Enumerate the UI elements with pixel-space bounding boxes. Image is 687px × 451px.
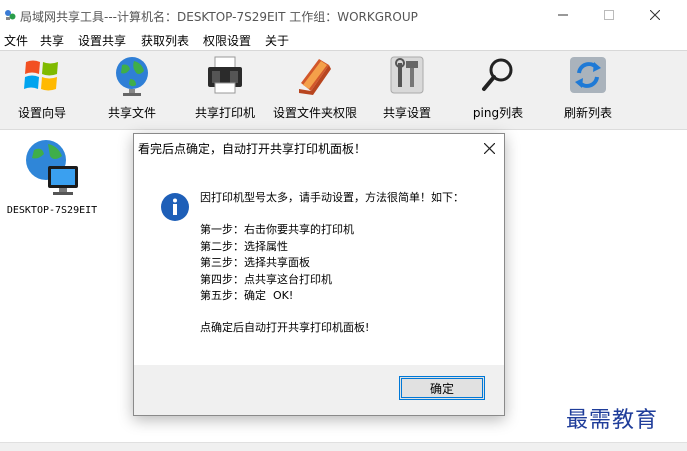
folder-icon	[299, 59, 331, 95]
dialog-message: 因打印机型号太多，请手动设置，方法很简单！如下： 第一步：右击你要共享的打印机 …	[200, 190, 464, 337]
dialog-step: 第一步：右击你要共享的打印机	[200, 223, 354, 237]
dialog-footer: 确定	[134, 365, 504, 415]
refresh-icon	[570, 57, 606, 93]
menu-share[interactable]: 共享	[40, 32, 64, 49]
share-printer-button[interactable]: 共享打印机	[190, 53, 260, 125]
close-icon	[483, 142, 495, 154]
dialog-footer-note: 点确定后自动打开共享打印机面板!	[200, 321, 370, 335]
toolbar-label: 设置文件夹权限	[272, 106, 357, 120]
close-icon	[650, 10, 660, 20]
dialog-body: 因打印机型号太多，请手动设置，方法很简单！如下： 第一步：右击你要共享的打印机 …	[134, 162, 504, 365]
message-dialog: 看完后点确定，自动打开共享打印机面板！ 因打印机型号太多，请手动设置，方法很简单…	[133, 133, 505, 416]
networked-computer-icon	[26, 140, 78, 195]
wizard-button[interactable]: 设置向导	[10, 53, 74, 125]
dialog-close-button[interactable]	[474, 134, 504, 162]
printer-icon	[208, 56, 242, 94]
window-title: 局域网共享工具---计算机名：DESKTOP-7S29EIT 工作组：WORKG…	[20, 10, 418, 24]
toolbar-label: 共享文件	[107, 106, 156, 120]
minimize-icon	[558, 14, 568, 16]
toolbar-label: 共享设置	[382, 106, 431, 120]
ping-list-button[interactable]: ping列表	[466, 53, 530, 125]
dialog-title: 看完后点确定，自动打开共享打印机面板！	[138, 142, 367, 156]
watermark: 最需教育	[566, 408, 659, 433]
toolbar-label: 共享打印机	[194, 106, 255, 120]
dialog-step: 第二步：选择属性	[200, 239, 288, 253]
dialog-step: 第三步：选择共享面板	[200, 256, 310, 270]
toolbar-label: 刷新列表	[563, 106, 612, 120]
minimize-button[interactable]	[540, 0, 586, 30]
refresh-list-button[interactable]: 刷新列表	[556, 53, 620, 125]
computer-name: DESKTOP-7S29EIT	[6, 205, 98, 216]
app-icon	[5, 10, 16, 20]
dialog-intro: 因打印机型号太多，请手动设置，方法很简单！如下：	[200, 191, 464, 204]
dialog-step: 第四步：点共享这台打印机	[200, 272, 332, 286]
menu-get-list[interactable]: 获取列表	[141, 32, 189, 49]
info-icon	[161, 193, 189, 221]
toolbar-label: 设置向导	[17, 106, 66, 120]
share-file-button[interactable]: 共享文件	[100, 53, 164, 125]
menu-bar: 文件 共享 设置共享 获取列表 权限设置 关于	[0, 30, 687, 51]
ok-button[interactable]: 确定	[399, 376, 485, 400]
menu-about[interactable]: 关于	[265, 32, 289, 49]
dialog-step: 第五步：确定 OK!	[200, 289, 294, 303]
title-bar: 局域网共享工具---计算机名：DESKTOP-7S29EIT 工作组：WORKG…	[0, 0, 687, 30]
toolbar: 设置向导 共享文件 共享打印机 设置文件夹权限 共享设置 ping列表 刷新列表	[0, 51, 687, 130]
globe-icon	[116, 57, 148, 96]
folder-permission-button[interactable]: 设置文件夹权限	[272, 53, 358, 125]
computer-item[interactable]: DESKTOP-7S29EIT	[4, 136, 100, 216]
windows-logo-icon	[24, 60, 58, 91]
menu-file[interactable]: 文件	[4, 32, 28, 49]
tools-icon	[390, 56, 424, 94]
maximize-button[interactable]	[586, 0, 632, 30]
dialog-title-bar: 看完后点确定，自动打开共享打印机面板！	[134, 134, 504, 162]
menu-set-share[interactable]: 设置共享	[78, 32, 126, 49]
share-settings-button[interactable]: 共享设置	[375, 53, 439, 125]
close-button[interactable]	[632, 0, 678, 30]
toolbar-label: ping列表	[472, 106, 524, 120]
maximize-icon	[604, 10, 614, 20]
magnifier-icon	[482, 58, 513, 91]
menu-permissions[interactable]: 权限设置	[203, 32, 251, 49]
